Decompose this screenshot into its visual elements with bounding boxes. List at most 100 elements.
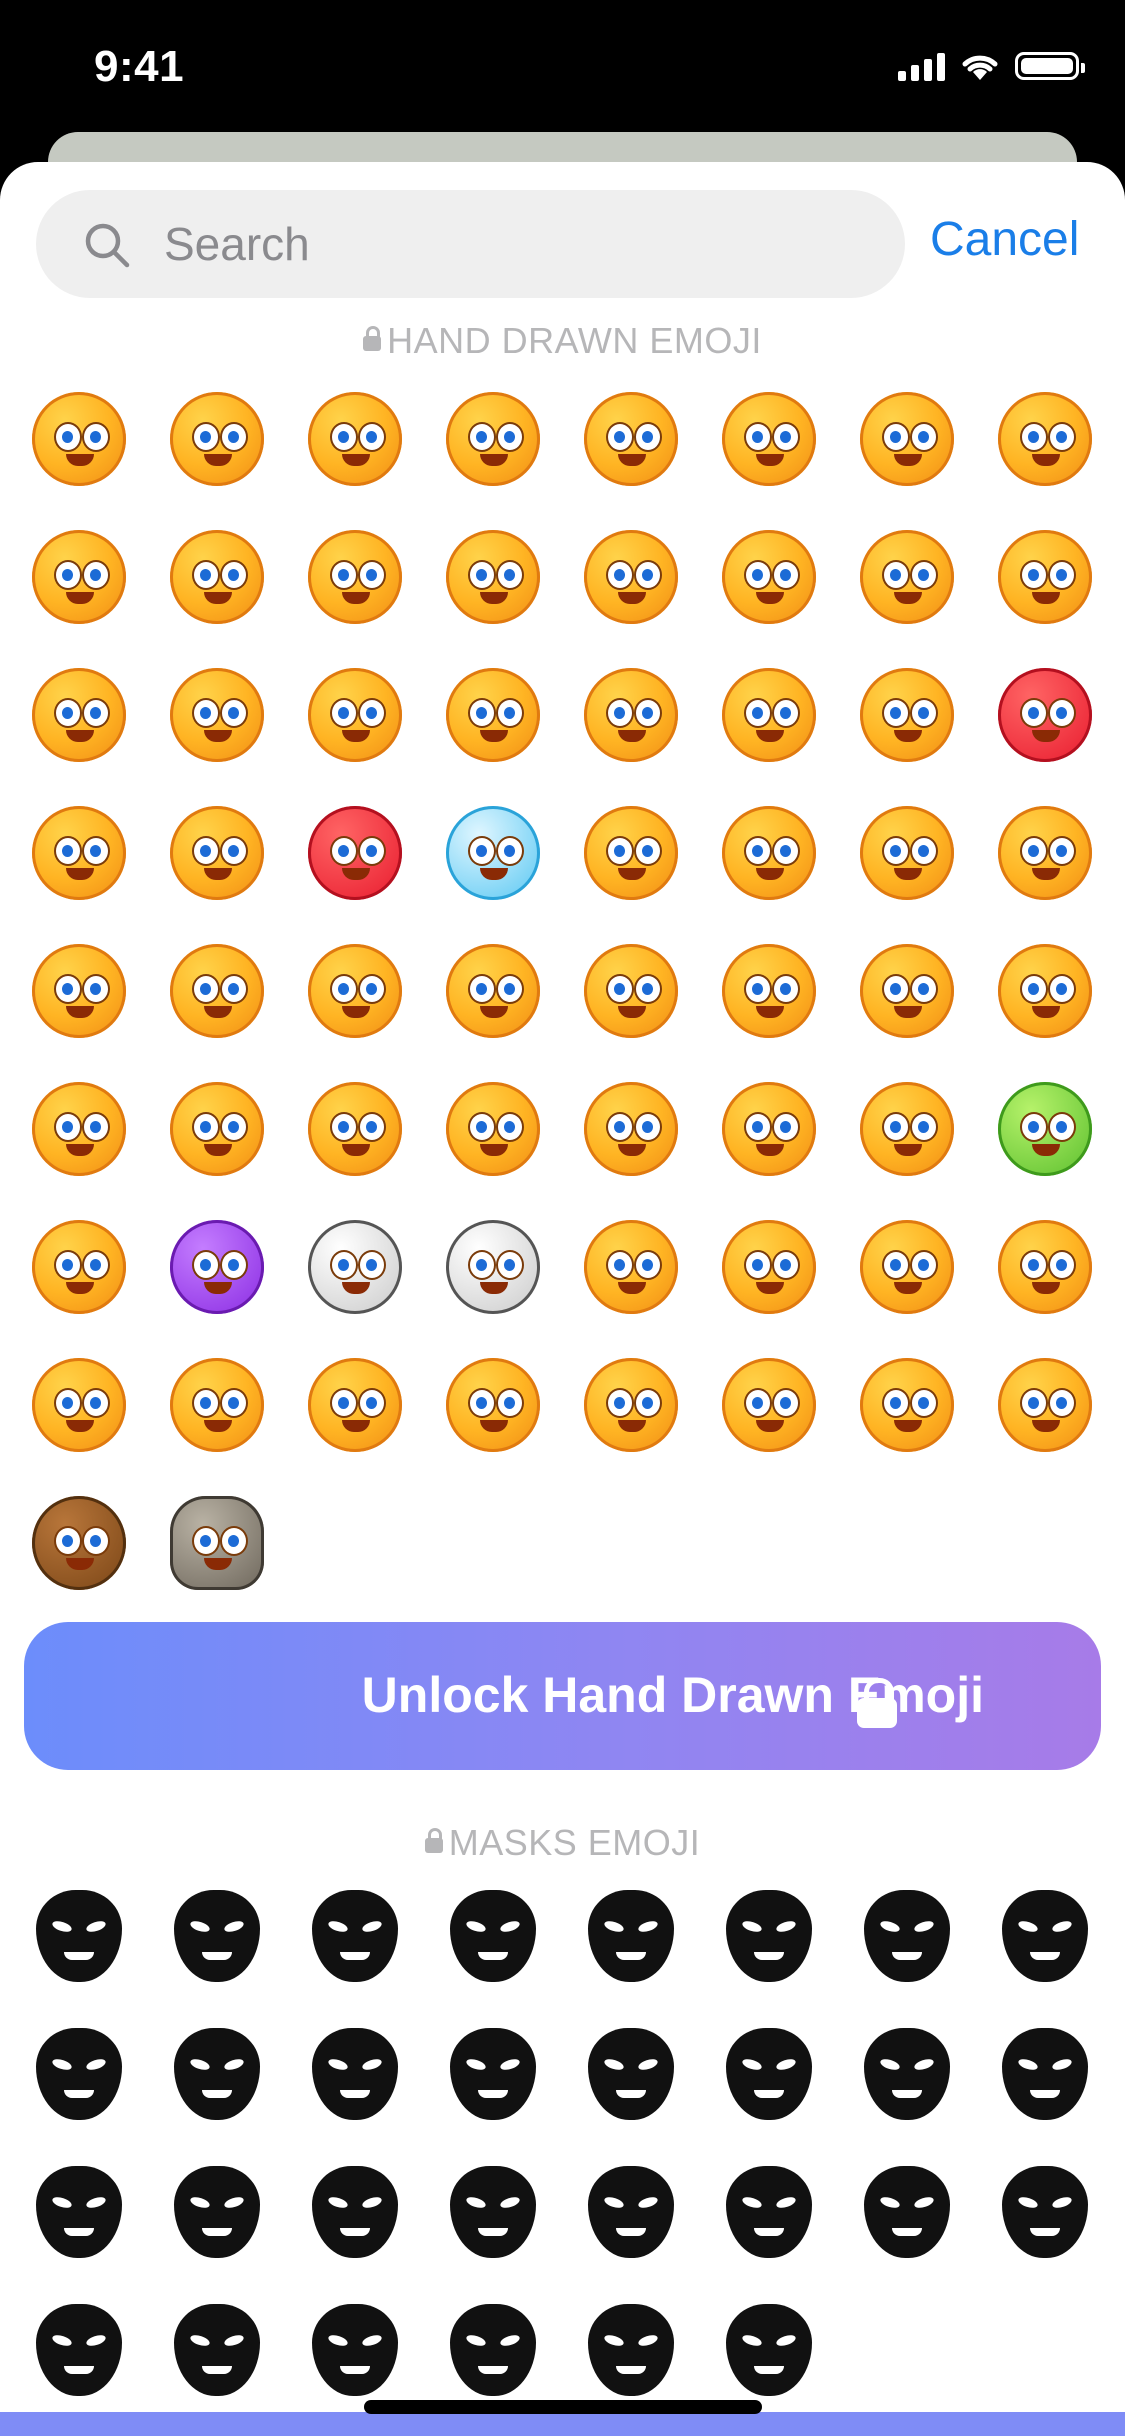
mind-blown-emoji[interactable] bbox=[24, 798, 134, 908]
bat-mask-icon[interactable] bbox=[300, 1880, 410, 1990]
search-input[interactable]: Search bbox=[36, 190, 905, 298]
laughing-emoji[interactable] bbox=[438, 384, 548, 494]
crying-emoji[interactable] bbox=[576, 384, 686, 494]
heart-eyes-emoji[interactable] bbox=[24, 522, 134, 632]
no-entry-emoji[interactable] bbox=[438, 1350, 548, 1460]
cat-visor-mask-icon[interactable] bbox=[24, 2156, 134, 2266]
tongue-out-emoji[interactable] bbox=[576, 522, 686, 632]
noh-mask-icon[interactable] bbox=[852, 2018, 962, 2128]
hand-over-mouth-emoji[interactable] bbox=[162, 1350, 272, 1460]
thumbs-up-emoji[interactable] bbox=[576, 1212, 686, 1322]
moai-emoji[interactable] bbox=[162, 1488, 272, 1598]
helmet-mask-icon[interactable] bbox=[162, 2294, 272, 2404]
fedora-mask-icon[interactable] bbox=[714, 2294, 824, 2404]
burger-yawn-emoji[interactable] bbox=[576, 1350, 686, 1460]
giggle-emoji[interactable] bbox=[990, 798, 1100, 908]
sick-red-emoji[interactable] bbox=[300, 798, 410, 908]
skull-emoji[interactable] bbox=[438, 1212, 548, 1322]
blank-mask-icon[interactable] bbox=[162, 1880, 272, 1990]
jigsaw-mask-icon[interactable] bbox=[300, 2156, 410, 2266]
kitsune-mask-icon[interactable] bbox=[714, 2018, 824, 2128]
noface-mask-icon[interactable] bbox=[714, 1880, 824, 1990]
unlock-hand-drawn-button[interactable]: Unlock Hand Drawn Emoji bbox=[24, 1622, 1101, 1770]
winking-emoji[interactable] bbox=[990, 384, 1100, 494]
money-emoji[interactable] bbox=[24, 1212, 134, 1322]
frozen-emoji[interactable] bbox=[438, 798, 548, 908]
expressionless-emoji[interactable] bbox=[576, 936, 686, 1046]
pleading-face-emoji[interactable] bbox=[162, 384, 272, 494]
three-eyes-mask-icon[interactable] bbox=[24, 2294, 134, 2404]
devil-emoji[interactable] bbox=[162, 1212, 272, 1322]
cap-sunglasses-emoji[interactable] bbox=[576, 660, 686, 770]
poop-emoji[interactable] bbox=[24, 1488, 134, 1598]
flamingo-float-emoji[interactable] bbox=[714, 1350, 824, 1460]
wide-eyes-emoji[interactable] bbox=[24, 1074, 134, 1184]
sunglasses-emoji[interactable] bbox=[24, 660, 134, 770]
sweat-smile-emoji[interactable] bbox=[300, 384, 410, 494]
diver-helmet-icon[interactable] bbox=[438, 2018, 548, 2128]
sleepy-emoji[interactable] bbox=[300, 1074, 410, 1184]
jester-mask-icon[interactable] bbox=[576, 1880, 686, 1990]
robot-visor-icon[interactable] bbox=[576, 2018, 686, 2128]
cancel-button[interactable]: Cancel bbox=[930, 212, 1079, 268]
grimace-emoji[interactable] bbox=[852, 936, 962, 1046]
star-eyes-emoji[interactable] bbox=[162, 660, 272, 770]
smirk-mask-icon[interactable] bbox=[438, 2156, 548, 2266]
angel-emoji[interactable] bbox=[714, 384, 824, 494]
grinning-braces-emoji[interactable] bbox=[24, 384, 134, 494]
robot-face-icon[interactable] bbox=[438, 2294, 548, 2404]
plague-doctor-icon[interactable] bbox=[24, 2018, 134, 2128]
guy-fawkes-mask-icon[interactable] bbox=[24, 1880, 134, 1990]
raised-hand-emoji[interactable] bbox=[990, 1212, 1100, 1322]
shy-waving-emoji[interactable] bbox=[162, 522, 272, 632]
party-emoji[interactable] bbox=[300, 660, 410, 770]
salute-emoji[interactable] bbox=[24, 936, 134, 1046]
cyclops-mask-icon[interactable] bbox=[990, 2018, 1100, 2128]
sobbing-emoji[interactable] bbox=[714, 660, 824, 770]
hooded-mask-icon[interactable] bbox=[162, 2156, 272, 2266]
crown-mask-icon[interactable] bbox=[576, 2294, 686, 2404]
tipsy-emoji[interactable] bbox=[300, 522, 410, 632]
gas-mask-icon[interactable] bbox=[162, 2018, 272, 2128]
pouting-emoji[interactable] bbox=[990, 936, 1100, 1046]
yawning-emoji[interactable] bbox=[162, 1074, 272, 1184]
samurai-mask-icon[interactable] bbox=[852, 2156, 962, 2266]
unimpressed-emoji[interactable] bbox=[852, 1074, 962, 1184]
teary-eyes-emoji[interactable] bbox=[852, 384, 962, 494]
pinocchio-emoji[interactable] bbox=[300, 936, 410, 1046]
neutral-emoji[interactable] bbox=[438, 936, 548, 1046]
drooling-emoji[interactable] bbox=[438, 1074, 548, 1184]
happy-mask-icon[interactable] bbox=[576, 2156, 686, 2266]
steam-emoji[interactable] bbox=[852, 660, 962, 770]
nerd-glasses-emoji[interactable] bbox=[990, 522, 1100, 632]
unamused-emoji[interactable] bbox=[438, 660, 548, 770]
cube-face-icon[interactable] bbox=[300, 2294, 410, 2404]
facepalm-emoji[interactable] bbox=[24, 1350, 134, 1460]
laptop-emoji[interactable] bbox=[300, 1350, 410, 1460]
zipper-mouth-emoji[interactable] bbox=[714, 1074, 824, 1184]
angry-red-emoji[interactable] bbox=[990, 660, 1100, 770]
kissing-hearts-emoji[interactable] bbox=[714, 522, 824, 632]
ok-hand-emoji[interactable] bbox=[852, 1212, 962, 1322]
peeking-emoji[interactable] bbox=[714, 798, 824, 908]
thumbs-down-emoji[interactable] bbox=[714, 1212, 824, 1322]
grin-mask-icon[interactable] bbox=[990, 1880, 1100, 1990]
scream-emoji[interactable] bbox=[576, 798, 686, 908]
plus-one-emoji[interactable] bbox=[852, 1350, 962, 1460]
dizzy-emoji[interactable] bbox=[576, 1074, 686, 1184]
tribal-mask-icon[interactable] bbox=[852, 1880, 962, 1990]
vomiting-emoji[interactable] bbox=[990, 1350, 1100, 1460]
balaclava-icon[interactable] bbox=[990, 2156, 1100, 2266]
nauseous-emoji[interactable] bbox=[990, 1074, 1100, 1184]
clown-emoji[interactable] bbox=[300, 1212, 410, 1322]
melting-emoji[interactable] bbox=[162, 936, 272, 1046]
sad-puppy-emoji[interactable] bbox=[852, 522, 962, 632]
thinking-emoji[interactable] bbox=[852, 798, 962, 908]
status-icons bbox=[898, 50, 1085, 82]
pumpkin-mask-icon[interactable] bbox=[300, 2018, 410, 2128]
surprised-emoji[interactable] bbox=[714, 936, 824, 1046]
hood-mask-icon[interactable] bbox=[714, 2156, 824, 2266]
shocked-emoji[interactable] bbox=[162, 798, 272, 908]
demon-mask-icon[interactable] bbox=[438, 1880, 548, 1990]
crazy-face-emoji[interactable] bbox=[438, 522, 548, 632]
